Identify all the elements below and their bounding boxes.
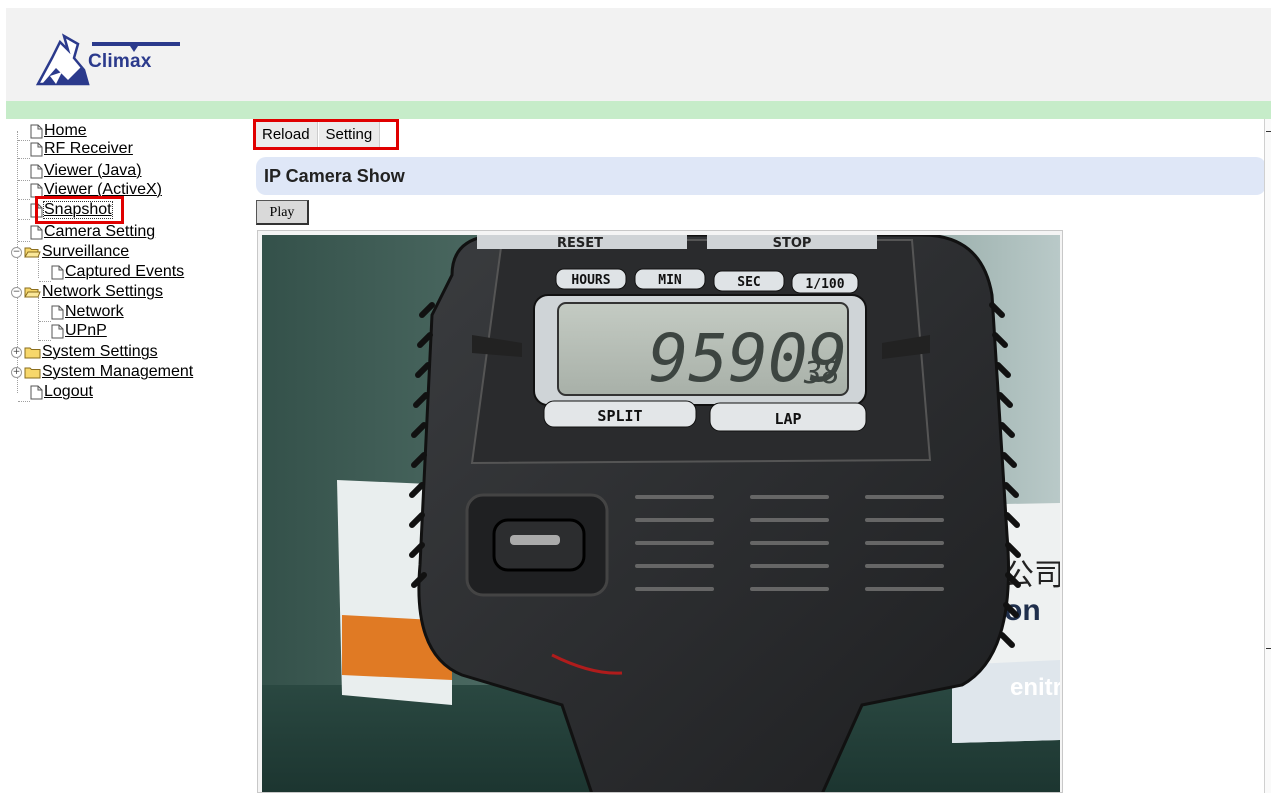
sidebar-item-rf-receiver[interactable]: RF Receiver	[18, 140, 133, 159]
sidebar-item-label: Network Settings	[42, 283, 163, 300]
page-title: IP Camera Show	[256, 157, 1266, 195]
stopwatch-label: LAP	[774, 410, 801, 428]
box-text-enitro: enitro	[1010, 674, 1060, 701]
sidebar-item-system-settings[interactable]: + System Settings	[11, 343, 158, 361]
sidebar-item-network[interactable]: Network	[39, 303, 124, 322]
document-icon	[30, 142, 43, 156]
expand-icon[interactable]: +	[11, 346, 22, 358]
sidebar-item-label: Viewer (Java)	[44, 162, 142, 179]
sidebar-item-home[interactable]: Home	[18, 122, 87, 141]
logo-text: Climax	[88, 51, 152, 72]
sidebar-item-label: System Settings	[42, 343, 158, 360]
folder-icon	[24, 367, 41, 378]
stopwatch-label: HOURS	[571, 273, 610, 288]
play-button[interactable]: Play	[256, 200, 309, 225]
document-icon	[30, 385, 43, 399]
collapse-icon[interactable]: −	[11, 246, 22, 258]
toolbar-highlight-box	[253, 119, 399, 150]
open-folder-icon	[24, 247, 41, 257]
sidebar-item-logout[interactable]: Logout	[18, 383, 93, 402]
lcd-hundredths: 38	[803, 356, 840, 391]
sidebar-item-label: Logout	[44, 383, 93, 400]
document-icon	[30, 164, 43, 178]
document-icon	[51, 305, 64, 319]
sidebar-item-label: Camera Setting	[44, 223, 156, 240]
camera-view: 公司 on enitro RESET STOP HOURS	[257, 230, 1063, 793]
sidebar-item-viewer-java[interactable]: Viewer (Java)	[18, 162, 142, 181]
sidebar-item-label: Home	[44, 122, 87, 139]
sidebar-item-label: Network	[65, 303, 124, 320]
expand-icon[interactable]: +	[11, 366, 22, 378]
page-header	[6, 8, 1271, 109]
sidebar-item-camera-setting[interactable]: Camera Setting	[18, 223, 156, 242]
stopwatch-label: RESET	[557, 236, 603, 251]
open-folder-icon	[24, 287, 41, 297]
stopwatch-label: SEC	[737, 275, 760, 290]
page-scrollbar[interactable]	[1264, 119, 1271, 793]
document-icon	[30, 225, 43, 239]
sidebar-item-upnp[interactable]: UPnP	[39, 322, 107, 341]
folder-icon	[24, 347, 41, 358]
sidebar-item-system-management[interactable]: + System Management	[11, 363, 193, 381]
scrollbar-tick	[1266, 648, 1271, 649]
sidebar-item-label: Captured Events	[65, 263, 185, 280]
sidebar-item-label: RF Receiver	[44, 140, 133, 157]
stopwatch-label: SPLIT	[597, 407, 642, 425]
header-divider-bar	[6, 101, 1271, 119]
scrollbar-tick	[1266, 131, 1271, 132]
sidebar-item-label: Surveillance	[42, 243, 130, 260]
stopwatch-label: 1/100	[805, 277, 844, 292]
sidebar-item-captured-events[interactable]: Captured Events	[39, 263, 185, 282]
sidebar-item-network-settings[interactable]: − Network Settings	[11, 283, 163, 301]
document-icon	[30, 124, 43, 138]
document-icon	[51, 324, 64, 338]
sidebar-item-surveillance[interactable]: − Surveillance	[11, 243, 129, 261]
snapshot-highlight-box	[35, 196, 124, 224]
sidebar-item-label: UPnP	[65, 322, 107, 339]
collapse-icon[interactable]: −	[11, 286, 22, 298]
stopwatch-label: MIN	[658, 273, 682, 288]
document-icon	[51, 265, 64, 279]
sidebar-item-label: System Management	[42, 363, 194, 380]
stopwatch-label: STOP	[773, 236, 812, 251]
camera-snapshot-image: 公司 on enitro RESET STOP HOURS	[262, 235, 1060, 792]
